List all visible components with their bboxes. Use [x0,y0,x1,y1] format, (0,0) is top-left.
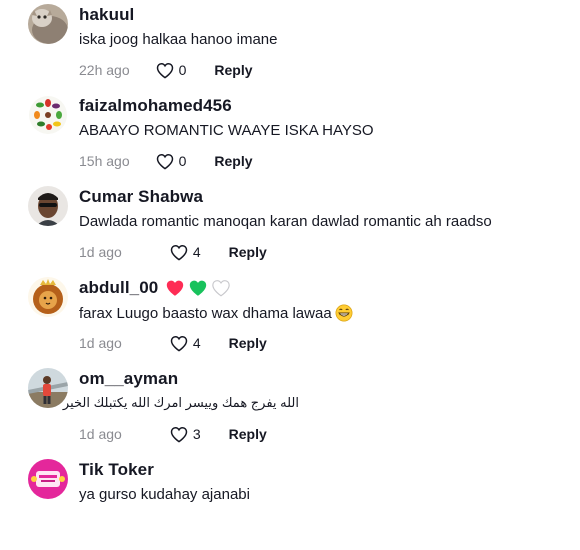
username[interactable]: om__ayman [79,369,178,389]
comment-text: ya gurso kudahay ajanabi [79,486,250,503]
username-text[interactable]: Cumar Shabwa [79,187,203,207]
avatar[interactable] [28,95,68,135]
reply-button[interactable]: Reply [214,62,252,78]
comment-meta: 22h ago 0 Reply [79,60,253,80]
heart-outline-icon [170,426,188,443]
like-button[interactable]: 4 [170,335,201,352]
timestamp: 15h ago [79,153,130,169]
like-count: 0 [178,153,187,169]
username[interactable]: faizalmohamed456 [79,96,232,116]
username[interactable]: abdull_00 [79,278,231,298]
username-text[interactable]: abdull_00 [79,278,158,298]
reply-button[interactable]: Reply [229,244,267,260]
pink-logo-avatar-icon [28,459,68,499]
cat-avatar-icon [28,4,68,44]
comment-meta: 15h ago 0 Reply [79,151,253,171]
avatar[interactable] [28,277,68,317]
like-button[interactable]: 0 [156,153,187,170]
comment-item: Cumar Shabwa Dawlada romantic manoqan ka… [0,186,580,277]
like-count: 4 [192,244,201,260]
comment-meta: 1d ago 4 Reply [79,242,267,262]
username[interactable]: Tik Toker [79,460,154,480]
like-button[interactable]: 0 [156,62,187,79]
comment-text: ABAAYO ROMANTIC WAAYE ISKA HAYSO [79,122,374,139]
like-count: 0 [178,62,187,78]
avatar[interactable] [28,459,68,499]
timestamp: 1d ago [79,426,122,442]
heart-outline-icon [156,62,173,79]
comment-text: iska joog halkaa hanoo imane [79,31,277,48]
like-count: 4 [192,335,201,351]
avatar[interactable] [28,4,68,44]
comment-item: hakuul iska joog halkaa hanoo imane 22h … [0,4,580,95]
timestamp: 22h ago [79,62,130,78]
green-heart-icon [190,280,207,296]
username-text[interactable]: hakuul [79,5,134,25]
comment-text: Dawlada romantic manoqan karan dawlad ro… [79,213,492,230]
white-heart-icon [212,280,231,297]
username-text[interactable]: faizalmohamed456 [79,96,232,116]
username-text[interactable]: om__ayman [79,369,178,389]
heart-outline-icon [156,153,173,170]
heart-outline-icon [170,244,188,261]
man-sunglasses-avatar-icon [28,186,68,226]
comment-text-content: Dawlada romantic manoqan karan dawlad ro… [79,213,492,230]
comment-item: om__ayman الله يفرج همك وييسر امرك الله … [0,368,580,459]
comment-meta: 1d ago 4 Reply [79,333,267,353]
heart-outline-icon [170,335,188,352]
timestamp: 1d ago [79,335,122,351]
comment-text-content: ABAAYO ROMANTIC WAAYE ISKA HAYSO [79,122,374,139]
comment-item: abdull_00 farax Luugo baasto wax dhama l… [0,277,580,368]
comment-item: faizalmohamed456 ABAAYO ROMANTIC WAAYE I… [0,95,580,186]
vegetables-avatar-icon [28,95,68,135]
comment-item: Tik Toker ya gurso kudahay ajanabi [0,459,580,550]
reply-button[interactable]: Reply [214,153,252,169]
comment-text-content: الله يفرج همك وييسر امرك الله يكتبلك الخ… [62,395,299,410]
username-text[interactable]: Tik Toker [79,460,154,480]
lion-avatar-icon [28,277,68,317]
red-heart-icon [167,280,184,296]
avatar[interactable] [28,186,68,226]
like-count: 3 [192,426,201,442]
like-button[interactable]: 4 [170,244,201,261]
reply-button[interactable]: Reply [229,426,267,442]
name-hearts [165,279,231,297]
comment-text: farax Luugo baasto wax dhama lawaa [79,304,353,322]
reply-button[interactable]: Reply [229,335,267,351]
grinning-face-icon [335,304,353,322]
username[interactable]: Cumar Shabwa [79,187,203,207]
comment-text-content: ya gurso kudahay ajanabi [79,486,250,503]
like-button[interactable]: 3 [170,426,201,443]
username[interactable]: hakuul [79,5,134,25]
timestamp: 1d ago [79,244,122,260]
comment-text-content: iska joog halkaa hanoo imane [79,31,278,48]
comment-meta: 1d ago 3 Reply [79,424,267,444]
comment-text-content: farax Luugo baasto wax dhama lawaa [79,304,332,322]
comment-text: الله يفرج همك وييسر امرك الله يكتبلك الخ… [63,395,299,411]
